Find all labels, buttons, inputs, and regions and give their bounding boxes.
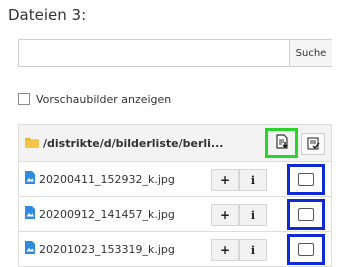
select-checkbox-icon: [298, 208, 314, 221]
file-name[interactable]: 20200912_141457_k.jpg: [39, 208, 175, 221]
file-name[interactable]: 20200411_152932_k.jpg: [39, 173, 175, 186]
page-title: Dateien 3:: [8, 6, 87, 24]
select-checkbox-icon: [298, 243, 314, 256]
add-file-button[interactable]: +: [211, 169, 239, 191]
file-row: 20200411_152932_k.jpg + i: [19, 162, 331, 197]
file-info-button[interactable]: i: [239, 169, 267, 191]
folder-icon: [25, 136, 39, 151]
file-cell[interactable]: 20201023_153319_k.jpg: [25, 232, 175, 266]
search-input[interactable]: [19, 40, 301, 66]
folder-path: /distrikte/d/bilderliste/berli...: [43, 136, 224, 150]
add-file-button[interactable]: +: [211, 204, 239, 226]
select-file-button[interactable]: [287, 199, 325, 230]
search-button[interactable]: Suche: [289, 40, 332, 66]
select-file-button[interactable]: [287, 234, 325, 265]
image-file-icon: [25, 241, 35, 257]
file-cell[interactable]: 20200912_141457_k.jpg: [25, 197, 175, 231]
image-file-icon: [25, 171, 35, 187]
search-bar: Suche: [18, 39, 332, 67]
file-row: 20200912_141457_k.jpg + i: [19, 197, 331, 232]
import-all-icon: [275, 133, 289, 153]
file-name[interactable]: 20201023_153319_k.jpg: [39, 243, 175, 256]
thumbnails-label: Vorschaubilder anzeigen: [36, 92, 172, 106]
file-info-button[interactable]: i: [239, 239, 267, 261]
file-row: 20201023_153319_k.jpg + i: [19, 232, 331, 267]
thumbnails-toggle[interactable]: Vorschaubilder anzeigen: [18, 91, 171, 107]
file-table: /distrikte/d/bilderliste/berli... 202004…: [18, 124, 332, 267]
import-all-button[interactable]: [265, 128, 298, 158]
add-file-button[interactable]: +: [211, 239, 239, 261]
image-file-icon: [25, 206, 35, 222]
folder-cell: /distrikte/d/bilderliste/berli...: [25, 125, 223, 161]
select-all-icon: [306, 135, 320, 154]
thumbnails-checkbox[interactable]: [18, 93, 30, 105]
file-info-button[interactable]: i: [239, 204, 267, 226]
select-all-button[interactable]: [301, 133, 325, 155]
select-file-button[interactable]: [287, 164, 325, 195]
select-checkbox-icon: [298, 173, 314, 186]
file-cell[interactable]: 20200411_152932_k.jpg: [25, 162, 175, 196]
folder-row: /distrikte/d/bilderliste/berli...: [19, 125, 331, 162]
